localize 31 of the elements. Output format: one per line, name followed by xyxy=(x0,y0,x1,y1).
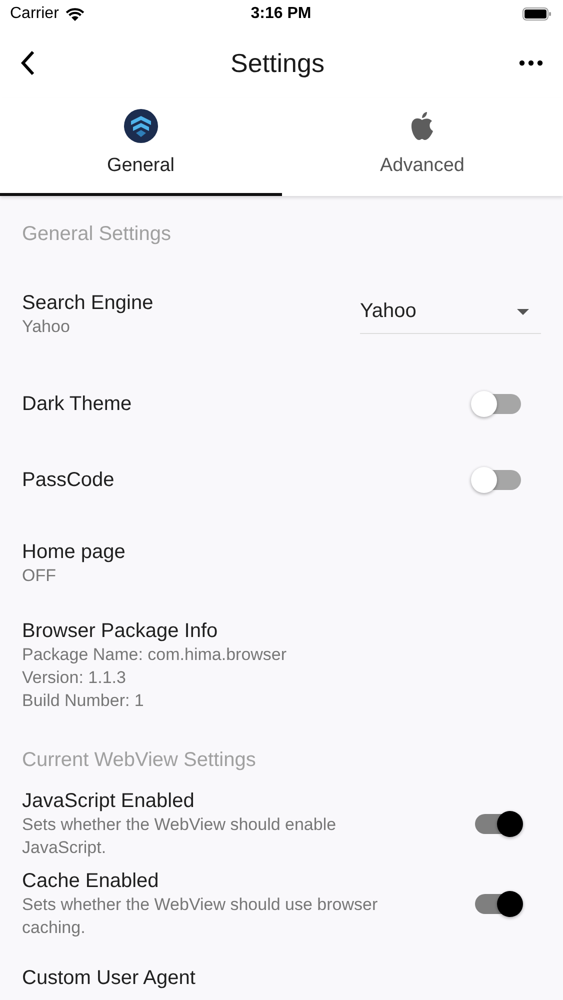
section-header: Current WebView Settings xyxy=(22,748,257,774)
battery-icon xyxy=(522,7,552,22)
setting-value: Version: 1.1.3 xyxy=(22,667,127,690)
setting-description: Sets whether the WebView should enable JavaScript. xyxy=(22,814,338,860)
setting-title: Browser Package Info xyxy=(22,619,219,644)
carrier-label: Carrier xyxy=(10,5,59,24)
setting-title: Search Engine xyxy=(22,290,154,315)
shield-icon xyxy=(124,109,158,144)
search-engine-dropdown[interactable]: Yahoo xyxy=(360,294,541,334)
toggle-switch[interactable] xyxy=(475,894,521,914)
setting-title: Home page xyxy=(22,540,126,564)
status-time: 3:16 PM xyxy=(250,5,312,24)
setting-title: PassCode xyxy=(22,468,114,492)
tab[interactable]: Advanced xyxy=(282,98,563,196)
setting-title: Cache Enabled xyxy=(22,869,160,894)
section-header: General Settings xyxy=(22,222,172,248)
more-icon xyxy=(518,60,543,66)
setting-subtitle: Yahoo xyxy=(22,316,71,338)
dropdown-arrow-icon xyxy=(517,308,529,315)
setting-value: Package Name: com.hima.browser xyxy=(22,644,287,666)
tab[interactable]: General xyxy=(0,98,282,196)
setting-description: Sets whether the WebView should use browser caching. xyxy=(22,894,379,940)
toggle-switch[interactable] xyxy=(475,814,521,834)
wifi-icon xyxy=(64,6,85,22)
setting-value: OFF xyxy=(22,565,57,588)
setting-title: Dark Theme xyxy=(22,392,132,416)
setting-title: JavaScript Enabled xyxy=(22,789,196,814)
back-icon xyxy=(20,50,36,76)
screen-title: Settings xyxy=(230,48,324,79)
setting-value: Build Number: 1 xyxy=(22,690,145,712)
setting-title: Custom User Agent xyxy=(22,966,196,990)
